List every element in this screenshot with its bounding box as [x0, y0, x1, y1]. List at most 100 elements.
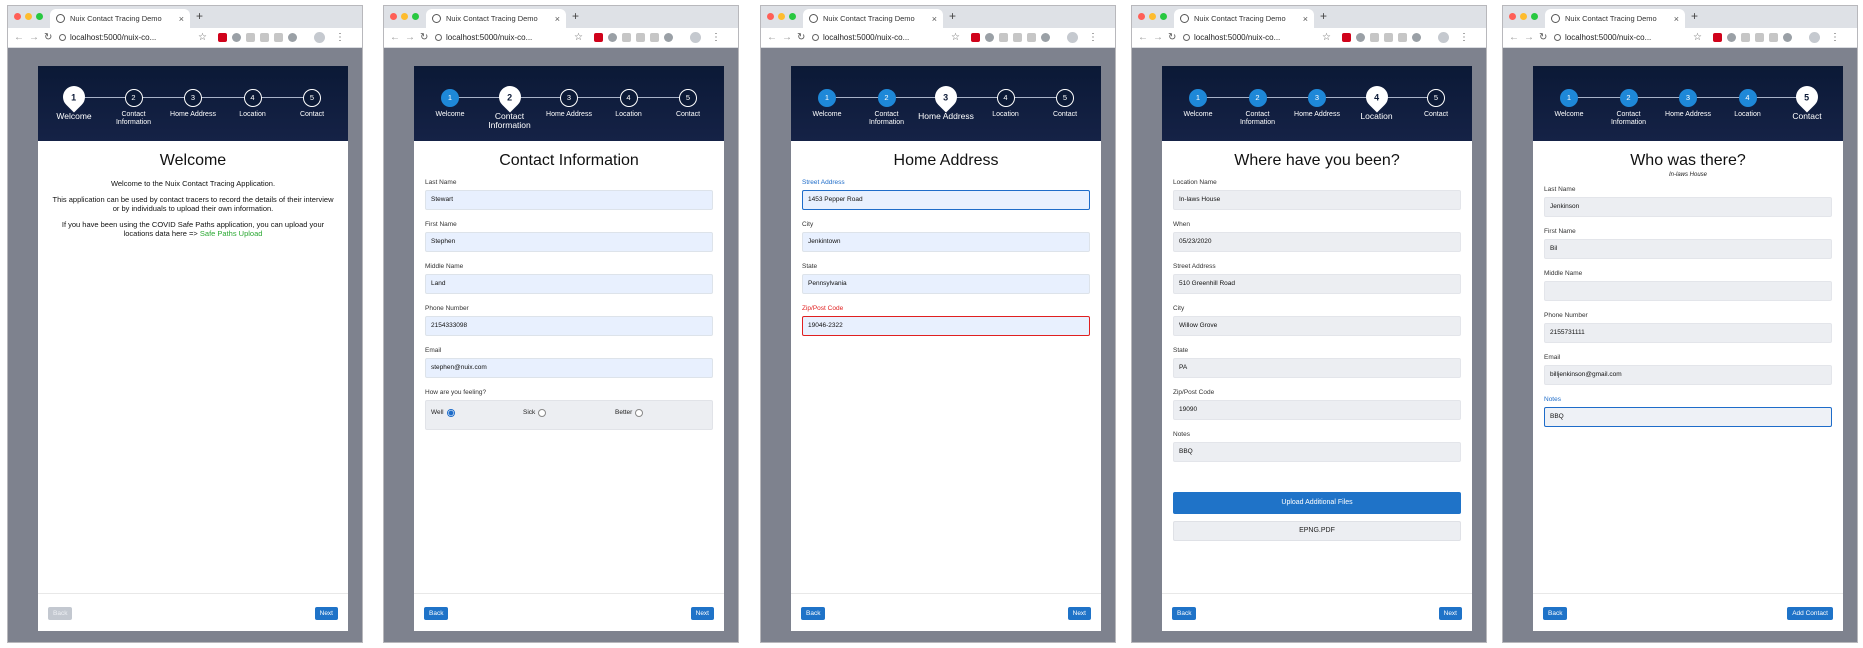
- city-input[interactable]: Willow Grove: [1173, 316, 1461, 336]
- state-input[interactable]: PA: [1173, 358, 1461, 378]
- extension-icon[interactable]: [1026, 33, 1036, 42]
- extension-icon[interactable]: [1341, 33, 1351, 42]
- close-window-icon[interactable]: [1138, 13, 1145, 20]
- notes-input[interactable]: BBQ: [1173, 442, 1461, 462]
- zoom-window-icon[interactable]: [412, 13, 419, 20]
- new-tab-icon[interactable]: +: [572, 9, 579, 23]
- step-location[interactable]: 4 Location: [976, 86, 1036, 119]
- extension-icon[interactable]: [621, 33, 631, 42]
- notes-input[interactable]: BBQ: [1544, 407, 1832, 427]
- extension-icon[interactable]: [649, 33, 659, 42]
- zip-code-input[interactable]: 19090: [1173, 400, 1461, 420]
- browser-tab[interactable]: Nuix Contact Tracing Demo ×: [50, 9, 190, 28]
- close-tab-icon[interactable]: ×: [555, 14, 560, 24]
- extension-icon[interactable]: [231, 33, 241, 42]
- last-name-input[interactable]: Stewart: [425, 190, 713, 210]
- profile-icon[interactable]: [1437, 32, 1449, 43]
- step-contact-information[interactable]: 2 Contact Information: [857, 86, 917, 127]
- upload-files-button[interactable]: Upload Additional Files: [1173, 492, 1461, 514]
- phone-number-input[interactable]: 2155731111: [1544, 323, 1832, 343]
- menu-icon[interactable]: ⋮: [1830, 32, 1840, 43]
- extension-icon[interactable]: [970, 33, 980, 42]
- browser-tab[interactable]: Nuix Contact Tracing Demo ×: [803, 9, 943, 28]
- window-controls[interactable]: [1138, 13, 1167, 20]
- forward-nav-icon[interactable]: →: [1153, 32, 1163, 43]
- extension-icon[interactable]: [1712, 33, 1722, 42]
- bookmark-star-icon[interactable]: ☆: [574, 32, 583, 43]
- profile-icon[interactable]: [689, 32, 701, 43]
- step-welcome[interactable]: 1 Welcome: [420, 86, 480, 119]
- step-welcome[interactable]: 1 Welcome: [44, 81, 104, 121]
- menu-icon[interactable]: ⋮: [335, 32, 345, 43]
- browser-tab[interactable]: Nuix Contact Tracing Demo ×: [1174, 9, 1314, 28]
- step-contact[interactable]: 5 Contact: [282, 86, 342, 119]
- first-name-input[interactable]: Stephen: [425, 232, 713, 252]
- window-controls[interactable]: [390, 13, 419, 20]
- close-tab-icon[interactable]: ×: [1303, 14, 1308, 24]
- last-name-input[interactable]: Jenkinson: [1544, 197, 1832, 217]
- extension-icon[interactable]: [998, 33, 1008, 42]
- profile-icon[interactable]: [1066, 32, 1078, 43]
- step-contact[interactable]: 5 Contact: [658, 86, 718, 119]
- menu-icon[interactable]: ⋮: [1459, 32, 1469, 43]
- bookmark-star-icon[interactable]: ☆: [198, 32, 207, 43]
- extension-icon[interactable]: [593, 33, 603, 42]
- extension-icon[interactable]: [259, 33, 269, 42]
- minimize-window-icon[interactable]: [1520, 13, 1527, 20]
- feeling-option-better[interactable]: Better: [615, 408, 707, 417]
- browser-tab[interactable]: Nuix Contact Tracing Demo ×: [1545, 9, 1685, 28]
- new-tab-icon[interactable]: +: [196, 9, 203, 23]
- profile-icon[interactable]: [313, 32, 325, 43]
- close-tab-icon[interactable]: ×: [932, 14, 937, 24]
- back-nav-icon[interactable]: ←: [14, 32, 24, 43]
- menu-icon[interactable]: ⋮: [1088, 32, 1098, 43]
- close-tab-icon[interactable]: ×: [1674, 14, 1679, 24]
- next-button[interactable]: Next: [1067, 607, 1091, 620]
- safe-paths-upload-link[interactable]: Safe Paths Upload: [200, 229, 263, 238]
- street-address-input[interactable]: 510 Greenhill Road: [1173, 274, 1461, 294]
- step-location[interactable]: 4 Location: [599, 86, 659, 119]
- step-home-address[interactable]: 3 Home Address: [163, 86, 223, 119]
- extension-icon[interactable]: [1369, 33, 1379, 42]
- extension-icon[interactable]: [635, 33, 645, 42]
- state-input[interactable]: Pennsylvania: [802, 274, 1090, 294]
- step-contact-information[interactable]: 2 Contact Information: [1228, 86, 1288, 127]
- window-controls[interactable]: [14, 13, 43, 20]
- extension-icon[interactable]: [1383, 33, 1393, 42]
- new-tab-icon[interactable]: +: [1691, 9, 1698, 23]
- url-field[interactable]: localhost:5000/nuix-co...: [1183, 33, 1315, 42]
- extension-icon[interactable]: [1397, 33, 1407, 42]
- bookmark-star-icon[interactable]: ☆: [1693, 32, 1702, 43]
- step-contact[interactable]: 5 Contact: [1777, 81, 1837, 121]
- window-controls[interactable]: [767, 13, 796, 20]
- minimize-window-icon[interactable]: [25, 13, 32, 20]
- step-contact[interactable]: 5 Contact: [1406, 86, 1466, 119]
- middle-name-input[interactable]: Land: [425, 274, 713, 294]
- browser-tab[interactable]: Nuix Contact Tracing Demo ×: [426, 9, 566, 28]
- feeling-option-sick[interactable]: Sick: [523, 408, 615, 417]
- minimize-window-icon[interactable]: [1149, 13, 1156, 20]
- extension-icon[interactable]: [1040, 33, 1050, 42]
- extension-icon[interactable]: [607, 33, 617, 42]
- window-controls[interactable]: [1509, 13, 1538, 20]
- step-home-address[interactable]: 3 Home Address: [1658, 86, 1718, 119]
- add-contact-button[interactable]: Add Contact: [1787, 607, 1833, 620]
- reload-icon[interactable]: ↻: [1539, 32, 1547, 43]
- url-field[interactable]: localhost:5000/nuix-co...: [1554, 33, 1686, 42]
- reload-icon[interactable]: ↻: [797, 32, 805, 43]
- zoom-window-icon[interactable]: [789, 13, 796, 20]
- extension-icon[interactable]: [984, 33, 994, 42]
- back-button[interactable]: Back: [801, 607, 826, 620]
- step-contact[interactable]: 5 Contact: [1035, 86, 1095, 119]
- email-input[interactable]: stephen@nuix.com: [425, 358, 713, 378]
- reload-icon[interactable]: ↻: [1168, 32, 1176, 43]
- profile-icon[interactable]: [1808, 32, 1820, 43]
- menu-icon[interactable]: ⋮: [711, 32, 721, 43]
- middle-name-input[interactable]: [1544, 281, 1832, 301]
- forward-nav-icon[interactable]: →: [29, 32, 39, 43]
- extension-icon[interactable]: [1782, 33, 1792, 42]
- step-home-address[interactable]: 3 Home Address: [916, 81, 976, 121]
- city-input[interactable]: Jenkintown: [802, 232, 1090, 252]
- step-home-address[interactable]: 3 Home Address: [539, 86, 599, 119]
- forward-nav-icon[interactable]: →: [782, 32, 792, 43]
